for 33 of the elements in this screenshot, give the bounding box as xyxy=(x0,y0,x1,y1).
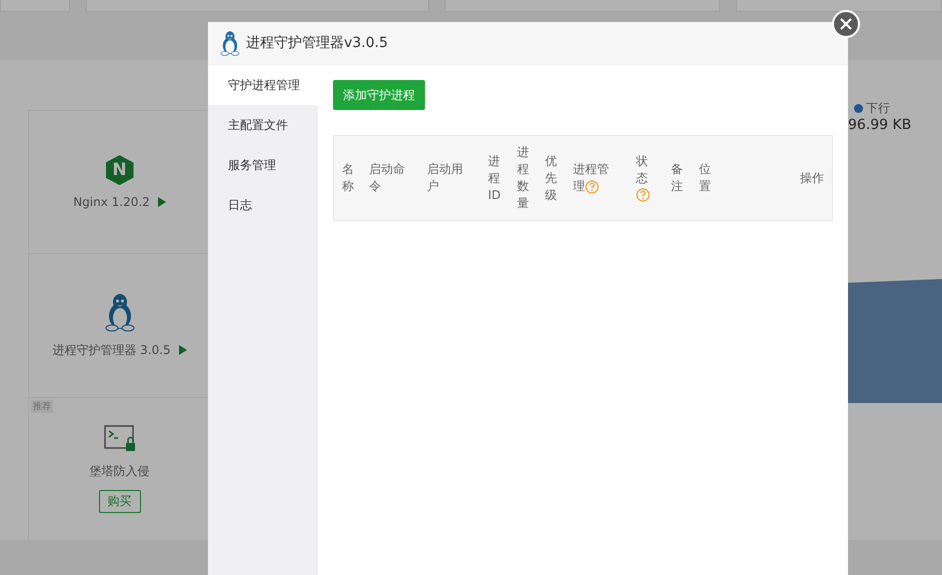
column-header: 进程ID xyxy=(488,152,502,204)
sidebar-item[interactable]: 服务管理 xyxy=(208,145,318,185)
app-name: Nginx 1.20.2 xyxy=(73,195,150,210)
close-button[interactable] xyxy=(832,10,860,38)
column-header: 优先级 xyxy=(545,152,558,204)
column-header: 启动命令 xyxy=(369,161,406,195)
column-header: 状态 xyxy=(636,152,650,204)
penguin-icon xyxy=(104,292,134,332)
column-header: 位置 xyxy=(699,161,712,195)
dialog-title: 进程守护管理器v3.0.5 xyxy=(246,34,388,52)
legend-dot xyxy=(854,104,863,113)
sidebar-item[interactable]: 主配置文件 xyxy=(208,105,318,145)
sidebar-item[interactable]: 守护进程管理 xyxy=(208,65,318,105)
column-header: 启动用户 xyxy=(427,161,464,195)
nginx-logo: N xyxy=(106,155,134,186)
legend-label: 下行 xyxy=(866,100,890,117)
column-header: 进程管理 xyxy=(573,161,610,195)
sidebar-item[interactable]: 日志 xyxy=(208,185,318,225)
app-name: 进程守护管理器 3.0.5 xyxy=(52,342,171,359)
recommend-tag: 推荐 xyxy=(31,400,53,413)
help-icon[interactable] xyxy=(636,188,650,202)
column-header: 备注 xyxy=(671,161,684,195)
traffic-value: 96.99 KB xyxy=(848,117,912,133)
penguin-icon xyxy=(220,30,240,56)
terminal-lock-icon xyxy=(104,424,136,453)
column-header: 进程数量 xyxy=(517,144,530,212)
play-icon[interactable] xyxy=(158,197,166,208)
column-header: 名称 xyxy=(342,161,355,195)
column-header: 操作 xyxy=(799,170,824,186)
play-icon[interactable] xyxy=(178,345,187,356)
app-name: 堡塔防入侵 xyxy=(90,462,150,480)
close-icon[interactable] xyxy=(840,18,852,30)
help-icon[interactable] xyxy=(585,180,599,194)
